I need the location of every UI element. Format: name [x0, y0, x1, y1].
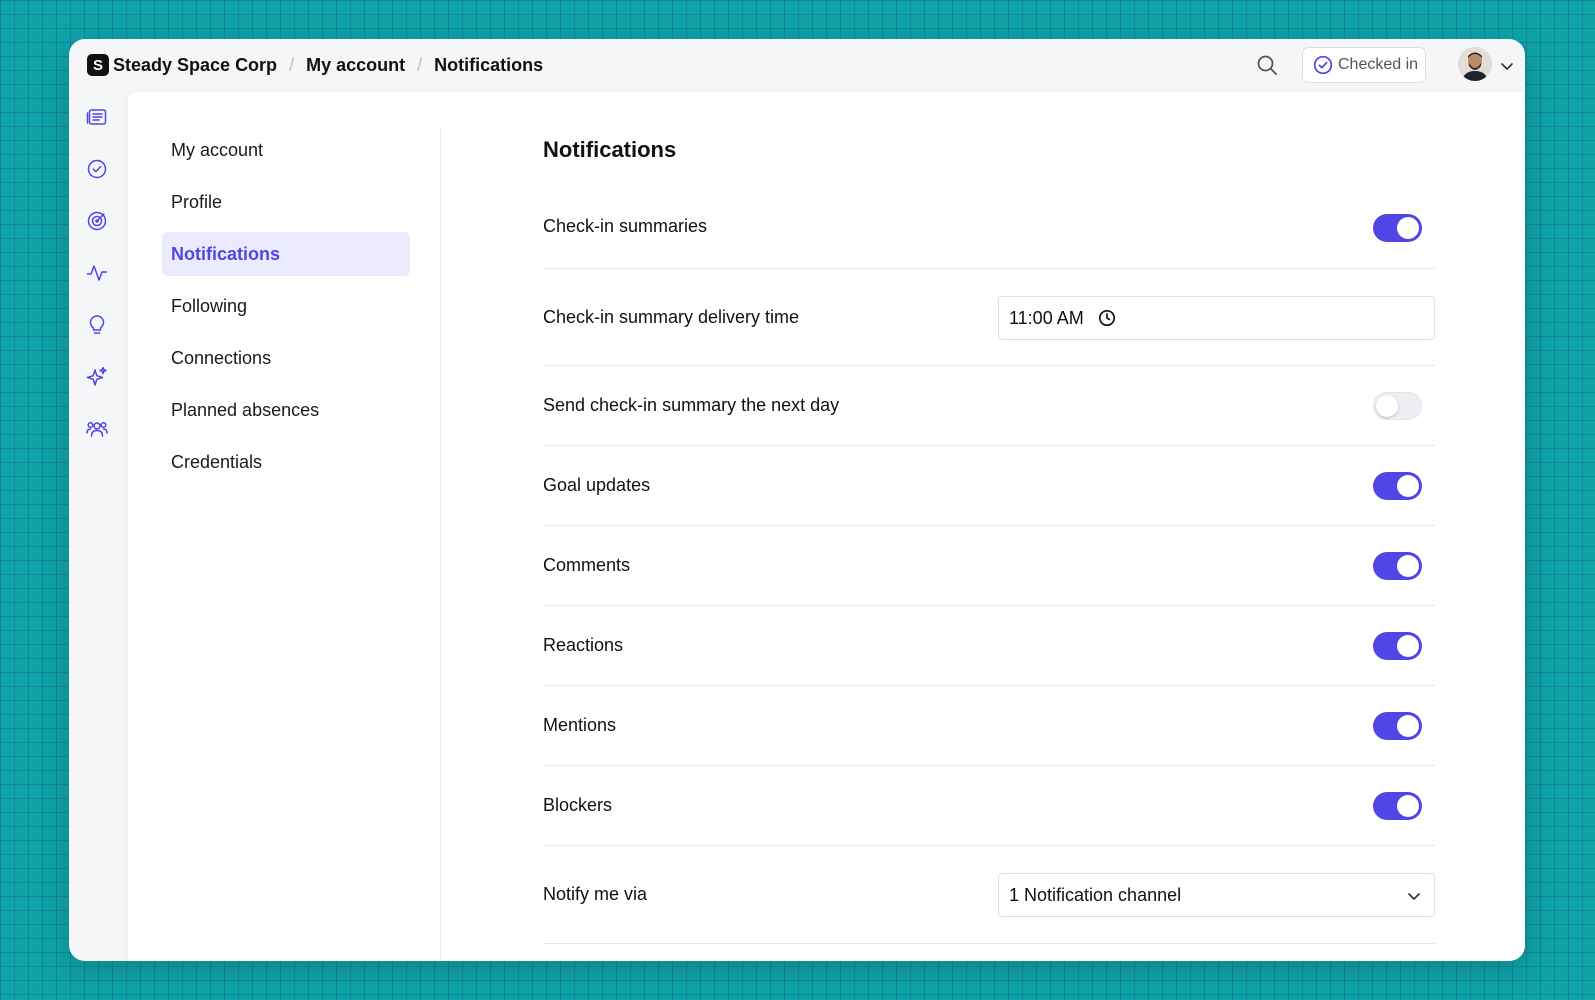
setting-row: Reactions	[543, 606, 1435, 686]
activity-icon[interactable]	[86, 262, 108, 284]
setting-row: Notify me via 1 Notification channel	[543, 846, 1435, 944]
blockers-toggle[interactable]	[1373, 792, 1422, 820]
lightbulb-icon[interactable]	[86, 314, 108, 336]
subnav-item-connections[interactable]: Connections	[162, 336, 410, 380]
setting-row: Check-in summary delivery time 11:00 AM	[543, 269, 1435, 366]
clock-icon	[1098, 309, 1115, 327]
setting-label: Check-in summaries	[543, 216, 708, 236]
check-circle-icon[interactable]	[86, 158, 108, 180]
checked-in-label: Checked in	[1338, 56, 1419, 73]
main-panel: My account Profile Notifications Followi…	[128, 92, 1525, 961]
next-day-toggle[interactable]	[1373, 392, 1422, 420]
setting-label: Send check-in summary the next day	[543, 395, 840, 415]
setting-label: Comments	[543, 555, 631, 575]
subnav-item-credentials[interactable]: Credentials	[162, 440, 410, 484]
mentions-toggle[interactable]	[1373, 712, 1422, 740]
page-title: Notifications	[543, 137, 677, 162]
subnav-item-planned-absences[interactable]: Planned absences	[162, 388, 410, 432]
setting-row: Blockers	[543, 766, 1435, 846]
people-icon[interactable]	[86, 418, 108, 440]
breadcrumb-company[interactable]: Steady Space Corp	[113, 55, 277, 76]
feed-icon[interactable]	[86, 106, 108, 128]
setting-label: Blockers	[543, 795, 613, 815]
subnav-item-my-account[interactable]: My account	[162, 128, 410, 172]
breadcrumb-my-account[interactable]: My account	[306, 55, 405, 76]
settings-subnav: My account Profile Notifications Followi…	[128, 128, 441, 961]
time-value: 11:00 AM	[1009, 307, 1084, 328]
setting-label: Mentions	[543, 715, 617, 735]
setting-row: Goal updates	[543, 446, 1435, 526]
goal-updates-toggle[interactable]	[1373, 472, 1422, 500]
setting-row: Comments	[543, 526, 1435, 606]
check-circle-icon	[1313, 55, 1333, 75]
chevron-down-icon[interactable]	[1499, 58, 1515, 74]
subnav-item-profile[interactable]: Profile	[162, 180, 410, 224]
comments-toggle[interactable]	[1373, 552, 1422, 580]
breadcrumb-separator: /	[289, 54, 295, 75]
setting-label: Goal updates	[543, 475, 651, 495]
breadcrumb-notifications[interactable]: Notifications	[434, 55, 543, 76]
breadcrumb: Steady Space Corp / My account / Notific…	[113, 53, 543, 77]
setting-label: Reactions	[543, 635, 624, 655]
setting-label: Check-in summary delivery time	[543, 307, 800, 327]
setting-row: Send check-in summary the next day	[543, 366, 1435, 446]
target-icon[interactable]	[86, 210, 108, 232]
subnav-item-notifications[interactable]: Notifications	[162, 232, 410, 276]
sparkles-icon[interactable]	[86, 366, 108, 388]
top-bar: S Steady Space Corp / My account / Notif…	[69, 39, 1525, 92]
setting-row: Check-in summaries	[543, 188, 1435, 269]
subnav-item-following[interactable]: Following	[162, 284, 410, 328]
notification-channel-select[interactable]: 1 Notification channel	[998, 873, 1435, 917]
app-window: S Steady Space Corp / My account / Notif…	[69, 39, 1525, 961]
select-value: 1 Notification channel	[1009, 884, 1182, 905]
company-logo[interactable]: S	[87, 54, 109, 76]
setting-label: Notify me via	[543, 884, 648, 904]
search-icon[interactable]	[1255, 53, 1279, 77]
breadcrumb-separator: /	[417, 54, 423, 75]
setting-row: Mentions	[543, 686, 1435, 766]
checked-in-button[interactable]: Checked in	[1302, 47, 1426, 83]
icon-rail	[69, 92, 127, 961]
avatar[interactable]	[1458, 47, 1492, 81]
chevron-down-icon	[1408, 893, 1420, 900]
check-in-summaries-toggle[interactable]	[1373, 214, 1422, 242]
reactions-toggle[interactable]	[1373, 632, 1422, 660]
delivery-time-input[interactable]: 11:00 AM	[998, 296, 1435, 340]
